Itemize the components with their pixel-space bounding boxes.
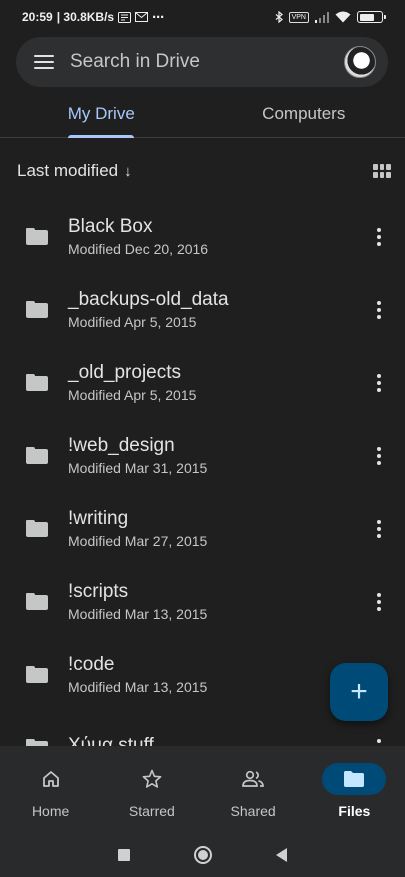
nav-starred-label: Starred xyxy=(128,803,175,819)
menu-icon[interactable] xyxy=(34,55,54,69)
file-name: !web_design xyxy=(68,435,175,456)
file-text: !writing Modified Mar 27, 2015 xyxy=(68,508,369,549)
file-name: !code xyxy=(68,654,115,675)
plus-icon: + xyxy=(350,675,368,708)
file-text: Χύμα stuff xyxy=(68,735,369,746)
sort-row: Last modified ↓ xyxy=(17,156,391,186)
tab-computers[interactable]: Computers xyxy=(203,94,405,137)
file-modified: Modified Apr 5, 2015 xyxy=(68,387,197,403)
nav-home-label: Home xyxy=(31,803,70,819)
search-bar[interactable]: Search in Drive xyxy=(16,37,388,87)
bottom-nav: Home Starred Shared Files xyxy=(0,746,405,832)
more-options-icon[interactable] xyxy=(369,298,389,322)
file-text: _old_projects Modified Apr 5, 2015 xyxy=(68,362,369,403)
signal-icon xyxy=(315,11,329,23)
file-name: !writing xyxy=(68,508,129,529)
folder-icon xyxy=(26,739,48,746)
file-text: !code Modified Mar 13, 2015 xyxy=(68,654,369,695)
file-name: !scripts xyxy=(68,581,129,602)
more-options-icon[interactable] xyxy=(369,371,389,395)
folder-icon xyxy=(26,374,48,391)
file-modified: Modified Mar 13, 2015 xyxy=(68,679,208,695)
file-modified: Modified Mar 31, 2015 xyxy=(68,460,208,476)
file-row[interactable]: !writing Modified Mar 27, 2015 xyxy=(0,492,405,565)
drive-tabs: My Drive Computers xyxy=(0,94,405,138)
mail-icon xyxy=(135,12,149,22)
arrow-down-icon: ↓ xyxy=(124,162,132,180)
status-right: VPN xyxy=(275,11,386,23)
status-network-speed: | 30.8KB/s xyxy=(56,10,115,24)
sort-button[interactable]: Last modified ↓ xyxy=(17,161,132,181)
nav-files[interactable]: Files xyxy=(304,746,405,832)
folder-icon xyxy=(26,228,48,245)
folder-icon xyxy=(322,763,387,795)
grid-view-icon[interactable] xyxy=(373,164,391,178)
more-notifications: ⋯ xyxy=(152,10,165,24)
folder-icon xyxy=(26,301,48,318)
back-icon[interactable] xyxy=(276,847,287,862)
more-options-icon[interactable] xyxy=(369,517,389,541)
wifi-icon xyxy=(335,11,351,23)
file-modified: Modified Dec 20, 2016 xyxy=(68,241,209,257)
folder-icon xyxy=(26,593,48,610)
file-text: !web_design Modified Mar 31, 2015 xyxy=(68,435,369,476)
bluetooth-icon xyxy=(275,11,283,23)
more-options-icon[interactable] xyxy=(369,590,389,614)
file-modified: Modified Mar 27, 2015 xyxy=(68,533,208,549)
file-row[interactable]: _old_projects Modified Apr 5, 2015 xyxy=(0,346,405,419)
file-name: Black Box xyxy=(68,216,153,237)
file-row[interactable]: _backups-old_data Modified Apr 5, 2015 xyxy=(0,273,405,346)
file-row[interactable]: !web_design Modified Mar 31, 2015 xyxy=(0,419,405,492)
system-nav-bar xyxy=(0,832,405,877)
status-bar: 20:59 | 30.8KB/s ⋯ VPN xyxy=(0,0,405,34)
search-input[interactable]: Search in Drive xyxy=(70,51,344,73)
battery-icon xyxy=(357,11,386,23)
shared-icon xyxy=(221,763,285,795)
file-text: Black Box Modified Dec 20, 2016 xyxy=(68,216,369,257)
folder-icon xyxy=(26,520,48,537)
status-time: 20:59 xyxy=(22,10,53,24)
vpn-badge: VPN xyxy=(288,11,309,23)
file-name: _old_projects xyxy=(68,362,182,383)
home-button-icon[interactable] xyxy=(194,845,212,864)
file-row[interactable]: Black Box Modified Dec 20, 2016 xyxy=(0,200,405,273)
new-button[interactable]: + xyxy=(330,663,388,721)
folder-icon xyxy=(26,447,48,464)
file-name: _backups-old_data xyxy=(68,289,229,310)
file-modified: Modified Apr 5, 2015 xyxy=(68,314,197,330)
nav-home[interactable]: Home xyxy=(0,746,101,832)
folder-icon xyxy=(26,666,48,683)
sort-label: Last modified xyxy=(17,161,119,180)
status-left: 20:59 | 30.8KB/s ⋯ xyxy=(22,10,164,24)
more-options-icon[interactable] xyxy=(369,444,389,468)
tab-my-drive[interactable]: My Drive xyxy=(0,94,203,137)
notification-icon xyxy=(118,11,132,23)
home-icon xyxy=(19,763,83,795)
file-row[interactable]: !scripts Modified Mar 13, 2015 xyxy=(0,565,405,638)
star-icon xyxy=(120,763,184,795)
nav-starred[interactable]: Starred xyxy=(101,746,202,832)
file-text: _backups-old_data Modified Apr 5, 2015 xyxy=(68,289,369,330)
more-options-icon[interactable] xyxy=(369,736,389,746)
recents-icon[interactable] xyxy=(118,848,130,861)
nav-files-label: Files xyxy=(338,803,371,819)
nav-shared[interactable]: Shared xyxy=(203,746,304,832)
nav-shared-label: Shared xyxy=(230,803,276,819)
file-modified: Modified Mar 13, 2015 xyxy=(68,606,208,622)
avatar[interactable] xyxy=(344,46,376,78)
more-options-icon[interactable] xyxy=(369,225,389,249)
file-text: !scripts Modified Mar 13, 2015 xyxy=(68,581,369,622)
file-name: Χύμα stuff xyxy=(68,735,154,746)
